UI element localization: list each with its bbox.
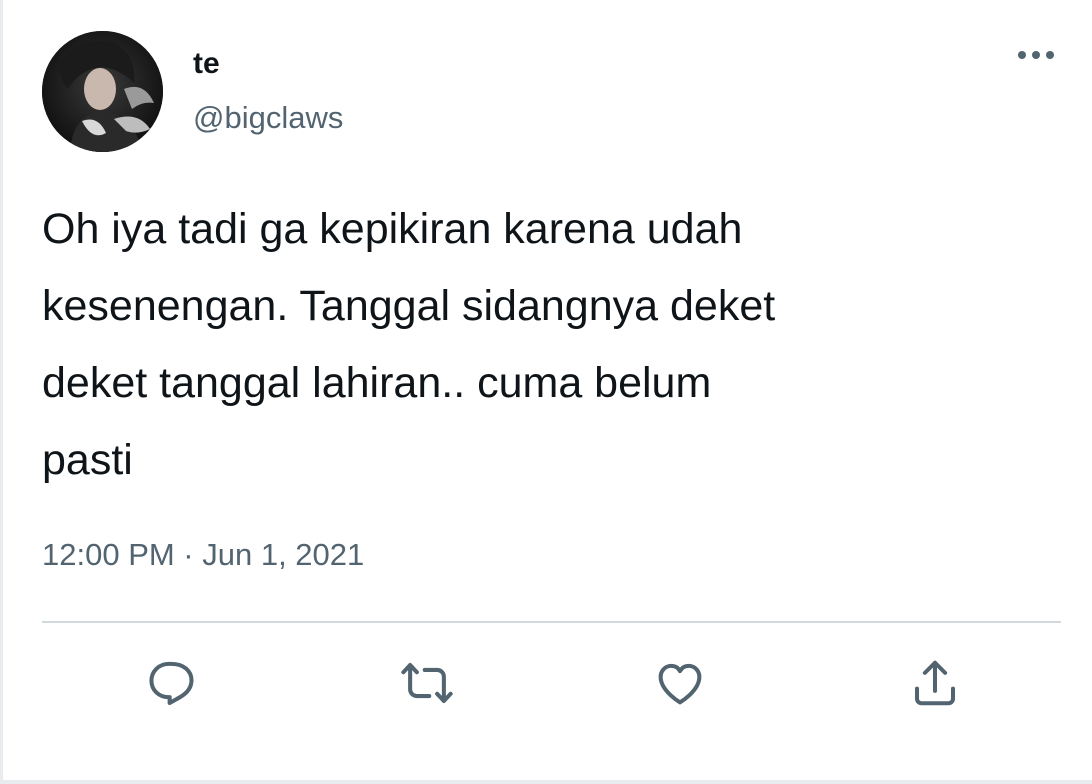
reply-button[interactable] bbox=[136, 650, 206, 720]
share-icon bbox=[908, 656, 962, 715]
divider bbox=[42, 621, 1061, 623]
retweet-button[interactable] bbox=[392, 650, 462, 720]
retweet-icon bbox=[399, 656, 455, 715]
reply-icon bbox=[144, 656, 198, 715]
user-handle[interactable]: @bigclaws bbox=[193, 100, 343, 136]
heart-icon bbox=[653, 656, 707, 715]
tweet-actions bbox=[42, 650, 1061, 720]
tweet-header: te @bigclaws bbox=[42, 31, 1062, 156]
tweet-card: te @bigclaws Oh iya tadi ga kepikiran ka… bbox=[0, 0, 1092, 784]
more-options-button[interactable] bbox=[1011, 39, 1061, 75]
like-button[interactable] bbox=[645, 650, 715, 720]
tweet-timestamp[interactable]: 12:00 PM · Jun 1, 2021 bbox=[42, 535, 364, 575]
tweet-text: Oh iya tadi ga kepikiran karena udah kes… bbox=[42, 205, 776, 484]
share-button[interactable] bbox=[900, 650, 970, 720]
avatar[interactable] bbox=[42, 31, 163, 152]
more-horizontal-icon bbox=[1016, 48, 1056, 66]
display-name[interactable]: te bbox=[193, 47, 220, 81]
